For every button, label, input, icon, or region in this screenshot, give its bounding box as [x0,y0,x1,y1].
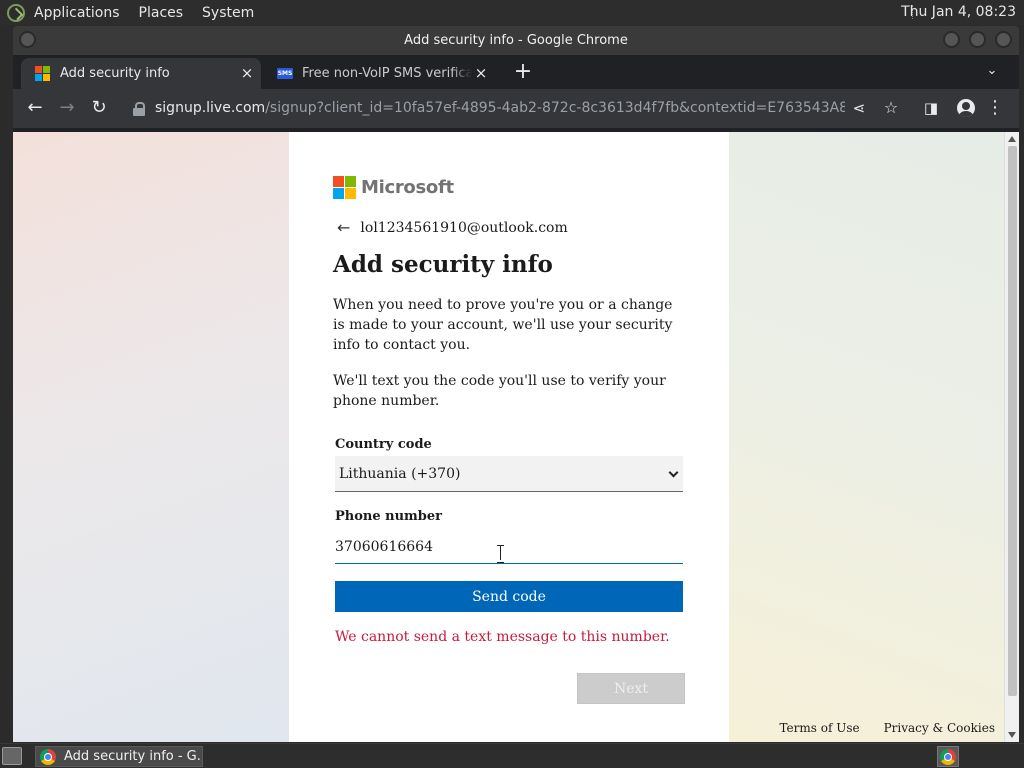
background-right [729,132,1004,742]
profile-avatar-icon[interactable] [957,99,975,117]
side-panel-icon[interactable]: ◨ [921,98,941,118]
country-code-select[interactable]: Lithuania (+370) [335,456,683,492]
scroll-up-arrow-icon[interactable] [1008,136,1016,142]
page-title: Add security info [333,251,553,278]
signup-card: Microsoft ← lol1234561910@outlook.com Ad… [289,132,729,742]
identity-email: lol1234561910@outlook.com [360,219,568,236]
error-message: We cannot send a text message to this nu… [335,629,670,645]
chrome-icon [40,748,56,765]
back-arrow-icon[interactable]: ← [25,98,45,118]
taskbar: Add security info - G... [0,743,1024,768]
show-desktop-button[interactable] [2,747,22,765]
new-tab-button[interactable]: + [511,61,535,85]
menu-applications[interactable]: Applications [34,5,120,21]
back-arrow-icon[interactable]: ← [337,218,350,237]
url-path: /signup?client_id=10fa57ef-4895-4ab2-872… [265,100,845,116]
scrollbar-thumb[interactable] [1008,146,1017,696]
browser-toolbar: ← → ↻ signup.live.com/signup?client_id=1… [13,89,1019,128]
terms-of-use-link[interactable]: Terms of Use [779,721,859,735]
window-menu-button[interactable] [19,31,36,48]
microsoft-favicon-icon [35,66,50,81]
close-window-button[interactable] [995,31,1012,48]
scroll-down-arrow-icon[interactable] [1008,732,1016,738]
tab-title: Add security info [60,66,170,81]
country-code-label: Country code [335,437,432,452]
page-viewport: Microsoft ← lol1234561910@outlook.com Ad… [13,132,1019,742]
chrome-icon [940,748,956,765]
top-panel: Applications Places System Thu Jan 4, 08… [0,0,1024,25]
tab-close-icon[interactable]: × [473,65,489,81]
window-titlebar[interactable]: Add security info - Google Chrome [13,26,1019,55]
share-icon[interactable]: ⋖ [849,98,869,118]
menu-places[interactable]: Places [139,5,184,21]
taskbar-window-label: Add security info - G... [64,749,203,764]
browser-window: Add security info - Google Chrome Add se… [13,26,1019,742]
verification-text: We'll text you the code you'll use to ve… [333,373,666,409]
menu-system[interactable]: System [202,5,254,21]
country-code-value: Lithuania (+370) [339,465,461,482]
bookmark-star-icon[interactable]: ☆ [881,98,901,118]
more-menu-icon[interactable]: ⋮ [985,98,1005,118]
maximize-button[interactable] [969,31,986,48]
url-host: signup.live.com [155,100,266,116]
forward-arrow-icon[interactable]: → [57,98,77,118]
taskbar-chrome-window[interactable]: Add security info - G... [35,746,203,767]
send-code-button[interactable]: Send code [335,581,683,612]
next-button[interactable]: Next [577,673,685,704]
tray-chrome-launcher[interactable] [937,746,959,767]
window-title: Add security info - Google Chrome [404,33,628,48]
text-cursor-icon [497,545,504,563]
address-bar[interactable]: signup.live.com/signup?client_id=10fa57e… [121,93,901,123]
phone-number-label: Phone number [335,509,443,524]
chevron-down-icon [668,467,679,478]
tab-close-icon[interactable]: × [239,65,255,81]
microsoft-logo-icon [333,176,356,199]
url-text[interactable]: signup.live.com/signup?client_id=10fa57e… [155,100,845,116]
tab-search-chevron-icon[interactable]: ⌄ [983,63,1001,81]
minimize-button[interactable] [943,31,960,48]
microsoft-logo: Microsoft [333,176,454,199]
privacy-cookies-link[interactable]: Privacy & Cookies [884,721,995,735]
description-text: When you need to prove you're you or a c… [333,297,673,353]
clock[interactable]: Thu Jan 4, 08:23 [901,4,1016,20]
reload-icon[interactable]: ↻ [89,98,109,118]
gnome-foot-icon[interactable] [7,3,25,22]
footer-links: Terms of Use Privacy & Cookies [779,721,995,735]
background-left [13,132,289,742]
page-scrollbar[interactable] [1004,132,1019,742]
tab-title: Free non-VoIP SMS verification [302,66,472,81]
phone-number-input[interactable]: 37060616664 [335,530,683,564]
phone-number-value: 37060616664 [335,538,433,555]
tab-strip: Add security info × SMS Free non-VoIP SM… [13,55,1019,89]
identity-banner[interactable]: ← lol1234561910@outlook.com [337,218,568,237]
lock-icon[interactable] [133,101,145,116]
tab-sms-verification[interactable]: SMS Free non-VoIP SMS verification × [263,58,495,89]
sms-favicon-icon: SMS [277,68,293,79]
tab-add-security-info[interactable]: Add security info × [21,58,261,89]
microsoft-wordmark: Microsoft [361,177,454,198]
